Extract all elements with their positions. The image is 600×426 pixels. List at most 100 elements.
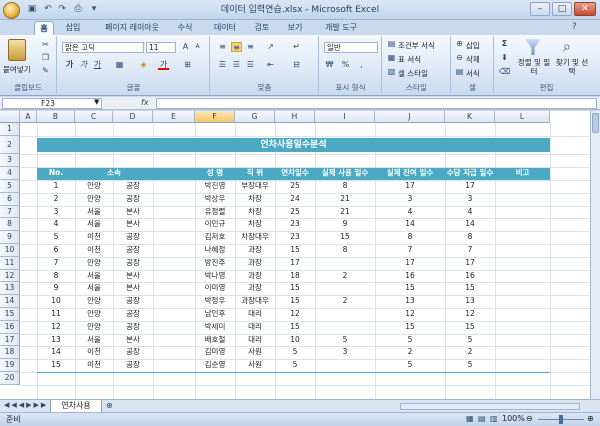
- table-cell[interactable]: 15: [275, 321, 315, 334]
- table-cell[interactable]: 공장: [113, 346, 153, 359]
- table-header-cell[interactable]: 실제 잔여 일수: [375, 167, 445, 180]
- table-cell[interactable]: 박나영: [195, 270, 235, 283]
- row-header[interactable]: 11: [0, 256, 20, 270]
- sort-filter-icon[interactable]: [525, 39, 541, 55]
- wrap-text-icon[interactable]: ↵: [291, 42, 302, 52]
- tab-data[interactable]: 데이터: [206, 21, 244, 35]
- orientation-icon[interactable]: ↗: [265, 42, 276, 52]
- table-cell[interactable]: [495, 308, 550, 321]
- table-cell[interactable]: 16: [445, 270, 495, 283]
- table-cell[interactable]: 8: [375, 231, 445, 244]
- row-header[interactable]: 2: [0, 135, 20, 155]
- table-cell[interactable]: 안양: [75, 321, 113, 334]
- align-right-icon[interactable]: ☰: [245, 60, 256, 70]
- row-header[interactable]: 20: [0, 371, 20, 385]
- tab-home[interactable]: 홈: [34, 21, 54, 35]
- column-header[interactable]: G: [235, 111, 275, 123]
- page-break-view-icon[interactable]: ▥: [490, 414, 498, 423]
- horizontal-scrollbar[interactable]: [400, 403, 580, 410]
- tab-page-layout[interactable]: 페이지 레이아웃: [96, 21, 168, 35]
- row-header[interactable]: 3: [0, 154, 20, 168]
- table-cell[interactable]: 공장: [113, 359, 153, 372]
- table-cell[interactable]: 4: [445, 206, 495, 219]
- table-header-cell[interactable]: 소속: [75, 167, 153, 180]
- table-header-cell[interactable]: No.: [37, 167, 75, 180]
- table-cell[interactable]: 차장: [235, 218, 275, 231]
- table-cell[interactable]: 3: [445, 193, 495, 206]
- table-cell[interactable]: 차장: [235, 193, 275, 206]
- table-cell[interactable]: 이민규: [195, 218, 235, 231]
- name-box[interactable]: F23: [2, 98, 102, 109]
- table-cell[interactable]: 방진주: [195, 257, 235, 270]
- table-cell[interactable]: 15: [275, 282, 315, 295]
- table-header-cell[interactable]: 성 명: [195, 167, 235, 180]
- table-cell[interactable]: 11: [37, 308, 75, 321]
- table-cell[interactable]: [495, 282, 550, 295]
- format-cells-button[interactable]: 서식: [466, 68, 480, 79]
- table-cell[interactable]: 배호철: [195, 334, 235, 347]
- table-cell[interactable]: 서울: [75, 270, 113, 283]
- table-cell[interactable]: [495, 244, 550, 257]
- underline-icon[interactable]: 가: [92, 60, 103, 70]
- table-cell[interactable]: [315, 321, 375, 334]
- table-cell[interactable]: 13: [375, 295, 445, 308]
- table-cell[interactable]: 15: [445, 282, 495, 295]
- table-cell[interactable]: [495, 295, 550, 308]
- tab-view[interactable]: 보기: [280, 21, 310, 35]
- table-cell[interactable]: 공장: [113, 244, 153, 257]
- table-cell[interactable]: [315, 359, 375, 372]
- cut-icon[interactable]: ✂: [40, 40, 51, 50]
- align-left-icon[interactable]: ☰: [217, 60, 228, 70]
- column-header[interactable]: I: [315, 111, 375, 123]
- copy-icon[interactable]: ❐: [40, 53, 51, 63]
- table-cell[interactable]: 2: [315, 270, 375, 283]
- table-cell[interactable]: [315, 257, 375, 270]
- table-cell[interactable]: [495, 334, 550, 347]
- table-cell[interactable]: 안양: [75, 193, 113, 206]
- table-cell[interactable]: 10: [37, 295, 75, 308]
- vertical-scrollbar[interactable]: [590, 111, 600, 399]
- table-cell[interactable]: 김저호: [195, 231, 235, 244]
- table-cell[interactable]: 안양: [75, 295, 113, 308]
- table-cell[interactable]: 5: [445, 334, 495, 347]
- table-cell[interactable]: [495, 206, 550, 219]
- table-cell[interactable]: 1: [37, 180, 75, 193]
- table-cell[interactable]: [495, 257, 550, 270]
- table-cell[interactable]: 14: [445, 218, 495, 231]
- table-cell[interactable]: 대리: [235, 308, 275, 321]
- column-header[interactable]: J: [375, 111, 445, 123]
- font-name-select[interactable]: 맑은 고딕: [62, 42, 144, 53]
- table-header-cell[interactable]: 실제 사용 일수: [315, 167, 375, 180]
- table-cell[interactable]: 16: [375, 270, 445, 283]
- table-cell[interactable]: 4: [375, 206, 445, 219]
- table-cell[interactable]: 차장대우: [235, 231, 275, 244]
- row-header[interactable]: 17: [0, 333, 20, 347]
- table-cell[interactable]: 박정우: [195, 295, 235, 308]
- table-header-cell[interactable]: 직 위: [235, 167, 275, 180]
- italic-icon[interactable]: 가: [78, 60, 89, 70]
- minimize-button[interactable]: –: [530, 2, 550, 16]
- table-cell[interactable]: 차장: [235, 206, 275, 219]
- table-cell[interactable]: [495, 359, 550, 372]
- paste-button[interactable]: 붙여넣기: [3, 64, 31, 75]
- table-cell[interactable]: 17: [375, 257, 445, 270]
- table-cell[interactable]: [495, 180, 550, 193]
- table-cell[interactable]: 14: [37, 346, 75, 359]
- table-cell[interactable]: 3: [375, 193, 445, 206]
- table-cell[interactable]: 사원: [235, 359, 275, 372]
- column-header[interactable]: H: [275, 111, 315, 123]
- table-cell[interactable]: 15: [315, 231, 375, 244]
- table-cell[interactable]: 이미영: [195, 282, 235, 295]
- table-cell[interactable]: 본사: [113, 218, 153, 231]
- table-cell[interactable]: 본사: [113, 270, 153, 283]
- table-cell[interactable]: 박세미: [195, 321, 235, 334]
- row-header[interactable]: 6: [0, 192, 20, 206]
- table-cell[interactable]: 13: [445, 295, 495, 308]
- fill-color-icon[interactable]: ◈: [138, 60, 149, 70]
- fx-icon[interactable]: fx: [141, 97, 149, 109]
- table-cell[interactable]: 공장: [113, 308, 153, 321]
- table-cell[interactable]: 공장: [113, 231, 153, 244]
- table-cell[interactable]: 8: [445, 231, 495, 244]
- table-cell[interactable]: 이천: [75, 244, 113, 257]
- row-header[interactable]: 14: [0, 295, 20, 308]
